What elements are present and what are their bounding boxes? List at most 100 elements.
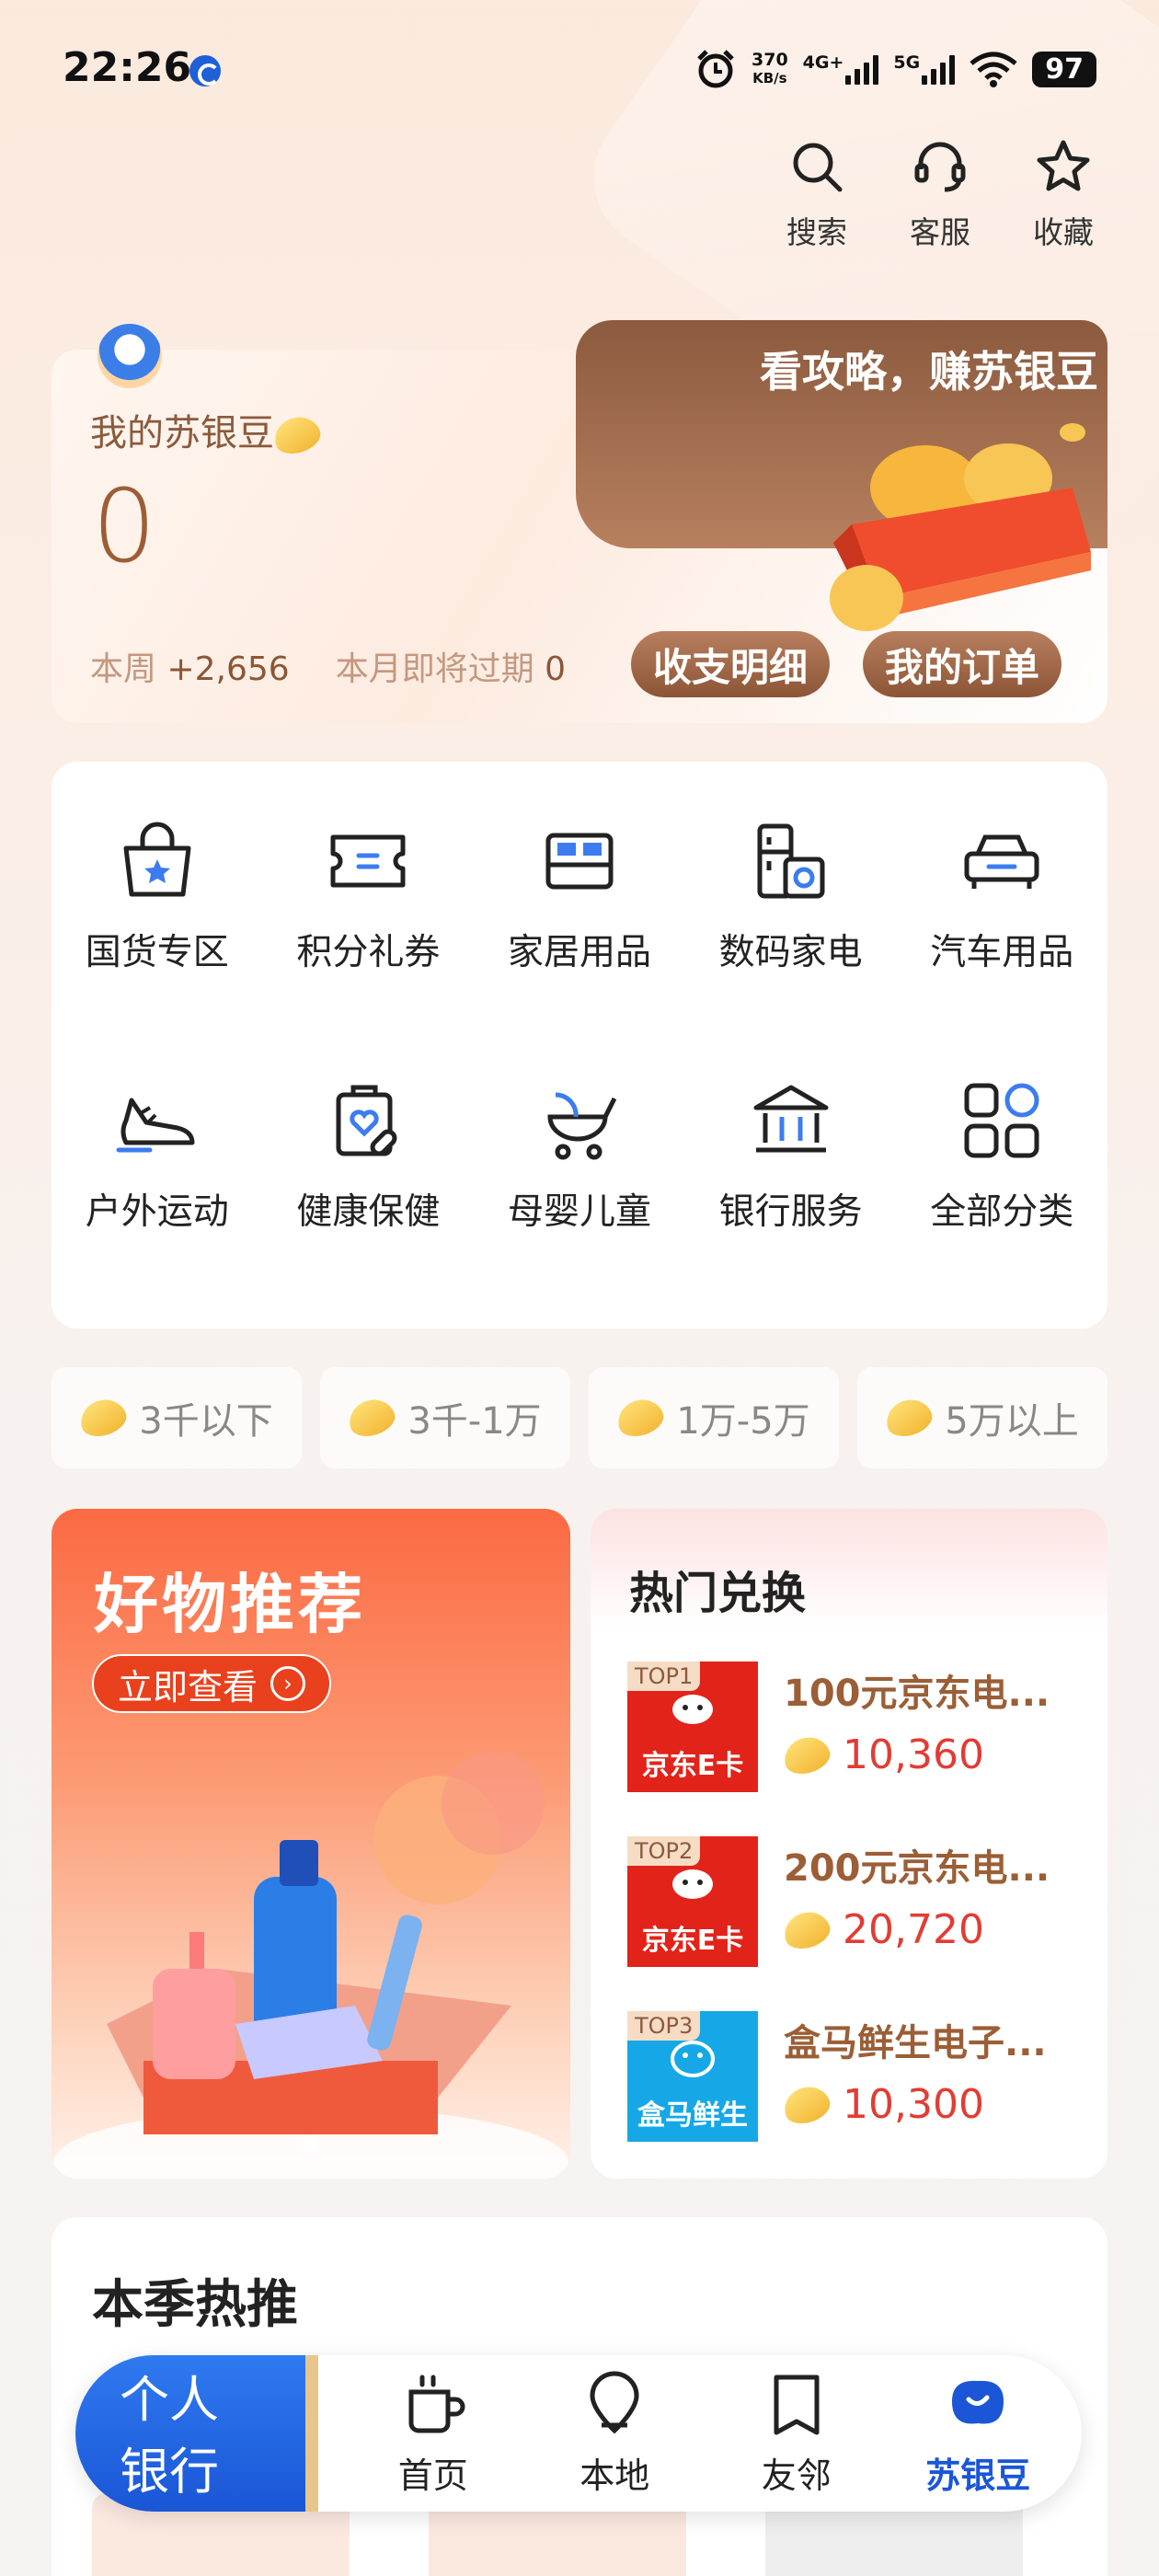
- top-actions: 搜索 客服 收藏: [775, 138, 1106, 252]
- search-icon: [793, 143, 843, 192]
- price-filter-under-3k[interactable]: 3千以下: [52, 1367, 302, 1468]
- expire-value: 0: [545, 650, 567, 688]
- category-outdoor-sports[interactable]: 户外运动: [52, 1076, 263, 1235]
- price-filter-3k-10k[interactable]: 3千-1万: [320, 1367, 570, 1468]
- week-value: +2,656: [166, 650, 290, 688]
- signal-bars-icon: [845, 53, 879, 85]
- category-bank-services[interactable]: 银行服务: [685, 1076, 897, 1235]
- stroller-icon: [547, 1092, 617, 1160]
- bean-icon: [613, 1394, 668, 1442]
- rank-badge: TOP1: [627, 1662, 701, 1691]
- category-home-goods[interactable]: 家居用品: [474, 817, 685, 975]
- location-icon: [590, 2371, 639, 2433]
- search-button[interactable]: 搜索: [775, 138, 859, 252]
- hot-item[interactable]: TOP1 京东E卡 100元京东电... 10,360: [627, 1662, 1087, 1792]
- hot-item-price: 10,360: [779, 1731, 984, 1779]
- my-orders-button[interactable]: 我的订单: [863, 631, 1062, 697]
- category-all[interactable]: 全部分类: [896, 1076, 1107, 1235]
- car-icon: [964, 834, 1039, 889]
- signal-5g: 5G: [893, 53, 956, 85]
- bean-icon: [779, 2080, 834, 2129]
- jd-card-image: TOP2 京东E卡: [627, 1836, 758, 1967]
- price-filter-row: 3千以下 3千-1万 1万-5万 5万以上: [52, 1367, 1107, 1468]
- hot-exchange-title: 热门兑换: [629, 1568, 807, 1619]
- hot-item[interactable]: TOP3 盒马鲜生 盒马鲜生电子... 10,300: [627, 2011, 1087, 2142]
- recommend-banner[interactable]: 好物推荐 立即查看 ›: [52, 1509, 570, 2179]
- star-icon: [1037, 140, 1090, 191]
- bean-icon: [270, 411, 325, 459]
- bean-icon: [75, 1394, 131, 1442]
- customer-service-label: 客服: [910, 214, 970, 250]
- bean-amount: 0: [92, 467, 156, 585]
- category-panel: 国货专区 积分礼券 家居用品 数码家电 汽车用品 户外运动 健康保健 母婴儿童: [52, 762, 1107, 1328]
- category-health[interactable]: 健康保健: [263, 1076, 475, 1235]
- hot-exchange-panel: 热门兑换 TOP1 京东E卡 100元京东电... 10,360 TOP2 京东…: [591, 1509, 1107, 2179]
- net-speed: 370 KB/s: [752, 50, 788, 86]
- bean-icon: [779, 1905, 834, 1954]
- status-time: 22:26: [63, 44, 192, 91]
- headset-icon: [914, 142, 966, 192]
- carousel-indicator: [302, 2134, 320, 2153]
- status-indicators: 370 KB/s 4G+ 5G 97: [694, 44, 1096, 94]
- season-title: 本季热推: [92, 2275, 298, 2335]
- category-points-vouchers[interactable]: 积分礼券: [263, 817, 475, 975]
- nav-neighbors[interactable]: 友邻: [718, 2355, 875, 2512]
- bed-icon: [545, 833, 614, 890]
- signal-bars-icon: [922, 53, 956, 85]
- category-digital-appliances[interactable]: 数码家电: [685, 817, 897, 975]
- category-domestic-goods[interactable]: 国货专区: [52, 817, 263, 975]
- app-notification-icon: [189, 55, 221, 86]
- favorites-button[interactable]: 收藏: [1021, 138, 1106, 252]
- category-car-goods[interactable]: 汽车用品: [896, 817, 1107, 975]
- hot-item-price: 10,300: [779, 2080, 984, 2129]
- price-filter-over-50k[interactable]: 5万以上: [857, 1367, 1107, 1468]
- sneaker-icon: [116, 1098, 195, 1153]
- transaction-detail-button[interactable]: 收支明细: [631, 631, 831, 697]
- bean-title: 我的苏银豆: [90, 403, 325, 459]
- battery-indicator: 97: [1032, 51, 1096, 87]
- promo-title: 好物推荐: [94, 1567, 366, 1642]
- hot-item[interactable]: TOP2 京东E卡 200元京东电... 20,720: [627, 1836, 1087, 1967]
- personal-banking-button[interactable]: 个人 银行: [75, 2355, 318, 2512]
- nav-home[interactable]: 首页: [355, 2355, 511, 2512]
- hot-item-name: 盒马鲜生电子...: [784, 2022, 1047, 2064]
- bean-box-illustration: [830, 423, 1091, 631]
- nav-beans[interactable]: 苏银豆: [900, 2355, 1056, 2512]
- chevron-right-icon: ›: [270, 1666, 306, 1701]
- wifi-icon: [970, 52, 1017, 87]
- mascot-avatar: [98, 324, 162, 388]
- appliance-icon: [757, 823, 825, 899]
- hot-item-name: 200元京东电...: [784, 1847, 1050, 1890]
- bean-stats: 本周 +2,656 本月即将过期 0: [90, 650, 567, 688]
- bottom-navigation: 个人 银行 首页 本地 友邻 苏银豆: [75, 2355, 1082, 2512]
- signal-4g: 4G+: [803, 53, 879, 85]
- dog-mascot-icon: [672, 1869, 713, 1899]
- view-now-button[interactable]: 立即查看 ›: [92, 1654, 332, 1713]
- shopping-bag-icon: [123, 822, 191, 897]
- customer-service-button[interactable]: 客服: [898, 138, 982, 252]
- hot-item-price: 20,720: [779, 1905, 984, 1954]
- bean-icon: [344, 1394, 399, 1442]
- bookmark-icon: [774, 2375, 820, 2434]
- earn-beans-text: 看攻略，赚苏银豆: [760, 347, 1098, 397]
- hema-card-image: TOP3 盒马鲜生: [627, 2011, 758, 2142]
- price-filter-10k-50k[interactable]: 1万-5万: [589, 1367, 839, 1468]
- bean-icon: [779, 1731, 834, 1779]
- rank-badge: TOP2: [627, 1836, 701, 1866]
- cup-icon: [408, 2375, 465, 2432]
- grid-icon: [964, 1083, 1039, 1158]
- ticket-icon: [330, 834, 406, 888]
- bean-icon: [881, 1394, 936, 1442]
- favorites-label: 收藏: [1033, 214, 1094, 250]
- bean-icon: [952, 2380, 1004, 2423]
- nav-local[interactable]: 本地: [536, 2355, 693, 2512]
- status-bar: 22:26 370 KB/s 4G+ 5G 97: [0, 0, 1159, 138]
- gift-box-illustration: [53, 1752, 568, 2179]
- search-label: 搜索: [786, 214, 847, 250]
- bean-balance-card: 看攻略，赚苏银豆 我的苏银豆 0 本周 +2,656 本月即将过期 0 收支明细 …: [52, 320, 1107, 723]
- category-maternity-kids[interactable]: 母婴儿童: [474, 1076, 685, 1235]
- bank-icon: [753, 1085, 829, 1153]
- health-kit-icon: [336, 1085, 397, 1156]
- hippo-mascot-icon: [671, 2041, 715, 2077]
- hot-item-name: 100元京东电...: [784, 1673, 1050, 1715]
